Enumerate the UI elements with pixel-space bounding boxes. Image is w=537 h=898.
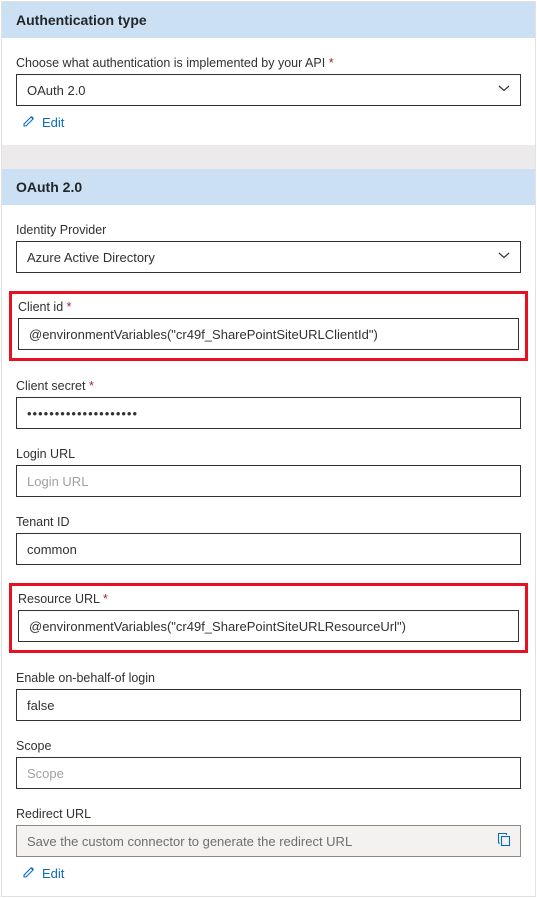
tenant-id-field: Tenant ID common [16,515,521,565]
redirect-edit-link[interactable]: Edit [16,865,521,882]
auth-type-edit-link[interactable]: Edit [16,114,521,131]
login-url-input[interactable]: Login URL [16,465,521,497]
auth-type-desc: Choose what authentication is implemente… [16,56,521,70]
enable-obo-input[interactable]: false [16,689,521,721]
pencil-icon [22,114,36,131]
client-secret-field: Client secret * •••••••••••••••••••• [16,379,521,429]
page-container: Authentication type Choose what authenti… [1,1,536,897]
resource-url-label: Resource URL * [18,592,519,606]
edit-label: Edit [42,866,64,881]
required-marker: * [89,379,94,393]
scope-label: Scope [16,739,521,753]
scope-field: Scope Scope [16,739,521,789]
identity-provider-value: Azure Active Directory [27,250,155,265]
login-url-placeholder: Login URL [27,474,88,489]
chevron-down-icon [498,250,510,265]
identity-provider-label: Identity Provider [16,223,521,237]
client-id-field: Client id * @environmentVariables("cr49f… [16,291,521,361]
section-spacer [2,145,535,169]
tenant-id-value: common [27,542,77,557]
tenant-id-input[interactable]: common [16,533,521,565]
identity-provider-dropdown[interactable]: Azure Active Directory [16,241,521,273]
client-id-input[interactable]: @environmentVariables("cr49f_SharePointS… [18,318,519,350]
client-id-highlight: Client id * @environmentVariables("cr49f… [9,291,528,361]
identity-provider-field: Identity Provider Azure Active Directory [16,223,521,273]
auth-type-section-header: Authentication type [2,2,535,38]
required-marker: * [329,56,334,70]
scope-placeholder: Scope [27,766,64,781]
redirect-url-input: Save the custom connector to generate th… [16,825,521,857]
scope-input[interactable]: Scope [16,757,521,789]
chevron-down-icon [498,83,510,98]
client-secret-value: •••••••••••••••••••• [27,406,138,421]
enable-obo-value: false [27,698,54,713]
login-url-field: Login URL Login URL [16,447,521,497]
oauth-section-header: OAuth 2.0 [2,169,535,205]
login-url-label: Login URL [16,447,521,461]
tenant-id-label: Tenant ID [16,515,521,529]
redirect-url-label: Redirect URL [16,807,521,821]
enable-obo-label: Enable on-behalf-of login [16,671,521,685]
required-marker: * [103,592,108,606]
enable-obo-field: Enable on-behalf-of login false [16,671,521,721]
resource-url-input[interactable]: @environmentVariables("cr49f_SharePointS… [18,610,519,642]
resource-url-field: Resource URL * @environmentVariables("cr… [16,583,521,653]
client-secret-label: Client secret * [16,379,521,393]
client-id-label: Client id * [18,300,519,314]
copy-icon[interactable] [497,832,512,850]
oauth-header-text: OAuth 2.0 [16,179,82,195]
client-secret-input[interactable]: •••••••••••••••••••• [16,397,521,429]
auth-type-value: OAuth 2.0 [27,83,86,98]
oauth-section-body: Identity Provider Azure Active Directory… [2,205,535,896]
redirect-url-value: Save the custom connector to generate th… [27,834,352,849]
redirect-url-field: Redirect URL Save the custom connector t… [16,807,521,882]
pencil-icon [22,865,36,882]
auth-type-section-body: Choose what authentication is implemente… [2,38,535,145]
auth-type-header-text: Authentication type [16,12,147,28]
auth-type-dropdown[interactable]: OAuth 2.0 [16,74,521,106]
edit-label: Edit [42,115,64,130]
resource-url-highlight: Resource URL * @environmentVariables("cr… [9,583,528,653]
required-marker: * [67,300,72,314]
resource-url-value: @environmentVariables("cr49f_SharePointS… [29,619,406,634]
client-id-value: @environmentVariables("cr49f_SharePointS… [29,327,378,342]
